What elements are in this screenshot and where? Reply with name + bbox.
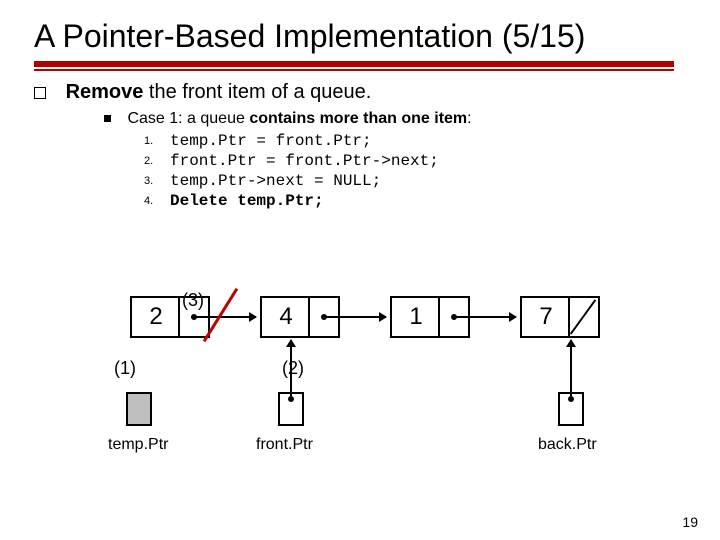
linked-list-diagram: 2 4 1 7 (3) (1) (2) <box>130 296 690 486</box>
arrow-next-3 <box>454 316 516 318</box>
slide-title: A Pointer-Based Implementation (5/15) <box>34 18 686 55</box>
title-underline <box>34 61 674 71</box>
arrow-frontptr <box>290 340 292 396</box>
hollow-square-bullet-icon <box>34 87 46 99</box>
filled-square-bullet-icon <box>104 115 111 122</box>
label-tempptr: temp.Ptr <box>108 436 168 454</box>
arrow-next-2 <box>324 316 386 318</box>
page-number: 19 <box>682 514 698 530</box>
code-steps: 1.temp.Ptr = front.Ptr; 2.front.Ptr = fr… <box>144 132 686 210</box>
node-7: 7 <box>520 296 600 338</box>
red-slash-icon <box>190 288 250 344</box>
label-backptr: back.Ptr <box>538 436 597 454</box>
null-slash-icon <box>568 298 598 336</box>
annotation-2: (2) <box>282 358 304 379</box>
arrow-backptr <box>570 340 572 396</box>
annotation-1: (1) <box>114 358 136 379</box>
bullet-remove: Remove the front item of a queue. <box>34 81 686 104</box>
label-frontptr: front.Ptr <box>256 436 313 454</box>
bullet-case1: Case 1: a queue contains more than one i… <box>104 110 686 128</box>
tempptr-box <box>126 392 152 426</box>
